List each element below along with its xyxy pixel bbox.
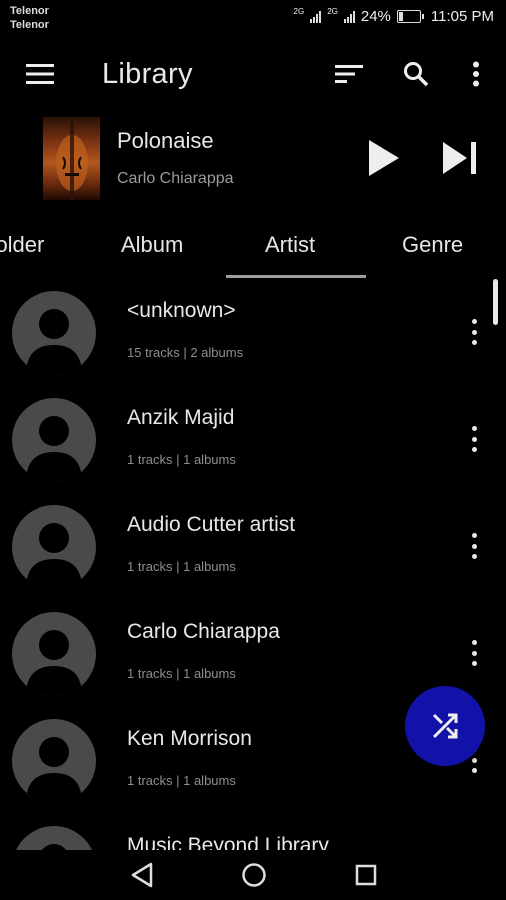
network-label-2: 2G bbox=[327, 7, 338, 16]
more-vert-icon[interactable] bbox=[460, 636, 488, 670]
shuffle-button[interactable] bbox=[405, 686, 485, 766]
scrollbar[interactable] bbox=[493, 279, 498, 325]
more-vert-icon[interactable] bbox=[456, 54, 496, 94]
list-item[interactable]: Audio Cutter artist 1 tracks | 1 albums bbox=[0, 499, 506, 606]
avatar bbox=[12, 826, 96, 850]
skip-next-icon[interactable] bbox=[440, 138, 480, 178]
artist-name: Music Beyond Library bbox=[127, 834, 329, 850]
tab-genre[interactable]: Genre bbox=[402, 232, 463, 258]
home-icon[interactable] bbox=[239, 860, 269, 890]
avatar bbox=[12, 612, 96, 696]
list-item[interactable]: Music Beyond Library bbox=[0, 820, 506, 850]
system-nav-bar bbox=[0, 850, 506, 900]
list-item[interactable]: Anzik Majid 1 tracks | 1 albums bbox=[0, 392, 506, 499]
tab-artist[interactable]: Artist bbox=[265, 232, 315, 258]
more-vert-icon[interactable] bbox=[460, 422, 488, 456]
tab-album[interactable]: Album bbox=[121, 232, 183, 258]
artist-meta: 1 tracks | 1 albums bbox=[127, 452, 236, 467]
toolbar: Library bbox=[0, 44, 506, 104]
signal-icon bbox=[310, 10, 322, 23]
status-bar: Telenor Telenor 2G 2G 24% 11:05 PM bbox=[0, 0, 506, 36]
battery-icon bbox=[396, 10, 424, 23]
recents-icon[interactable] bbox=[351, 860, 381, 890]
avatar bbox=[12, 291, 96, 375]
artist-list: <unknown> 15 tracks | 2 albums Anzik Maj… bbox=[0, 285, 506, 850]
search-icon[interactable] bbox=[396, 54, 436, 94]
avatar bbox=[12, 719, 96, 803]
now-playing-artist: Carlo Chiarappa bbox=[117, 170, 234, 187]
network-label-1: 2G bbox=[293, 7, 305, 16]
menu-icon[interactable] bbox=[20, 54, 60, 94]
clock: 11:05 PM bbox=[430, 8, 494, 25]
avatar bbox=[12, 505, 96, 589]
tab-selected-indicator bbox=[226, 275, 366, 278]
now-playing-bar[interactable]: Polonaise Carlo Chiarappa bbox=[0, 112, 506, 204]
carrier-label-2: Telenor bbox=[10, 19, 49, 31]
list-item[interactable]: <unknown> 15 tracks | 2 albums bbox=[0, 285, 506, 392]
artist-meta: 1 tracks | 1 albums bbox=[127, 666, 236, 681]
artist-meta: 15 tracks | 2 albums bbox=[127, 345, 244, 360]
sort-icon[interactable] bbox=[329, 54, 369, 94]
page-title: Library bbox=[102, 58, 193, 90]
shuffle-icon bbox=[432, 713, 458, 739]
artist-meta: 1 tracks | 1 albums bbox=[127, 773, 236, 788]
more-vert-icon[interactable] bbox=[460, 315, 488, 349]
carrier-label-1: Telenor bbox=[10, 5, 49, 17]
artist-name: Audio Cutter artist bbox=[127, 513, 296, 536]
artist-name: Carlo Chiarappa bbox=[127, 620, 280, 643]
artist-name: Ken Morrison bbox=[127, 727, 252, 750]
back-icon[interactable] bbox=[127, 860, 157, 890]
artist-name: Anzik Majid bbox=[127, 406, 235, 429]
more-vert-icon[interactable] bbox=[460, 529, 488, 563]
album-art bbox=[43, 117, 100, 200]
avatar bbox=[12, 398, 96, 482]
artist-name: <unknown> bbox=[127, 299, 236, 322]
battery-percent: 24% bbox=[360, 8, 391, 25]
now-playing-title: Polonaise bbox=[117, 128, 214, 153]
artist-meta: 1 tracks | 1 albums bbox=[127, 559, 236, 574]
signal-icon bbox=[343, 10, 355, 23]
tab-bar: Folder Album Artist Genre bbox=[0, 222, 506, 280]
tab-folder[interactable]: Folder bbox=[0, 232, 44, 258]
play-icon[interactable] bbox=[364, 138, 404, 178]
